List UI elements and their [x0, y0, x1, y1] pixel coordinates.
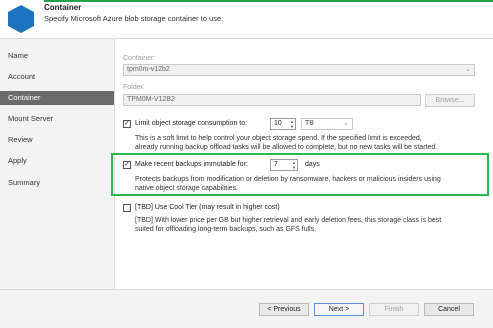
limit-unit-select[interactable]: TB ⌄ [301, 118, 353, 130]
limit-storage-description: This is a soft limit to help control you… [135, 134, 437, 152]
limit-desc-line-2: already running backup offload tasks wil… [135, 144, 438, 151]
limit-storage-checkbox[interactable]: ✓ [123, 120, 131, 128]
folder-input[interactable]: TPM0M-V12B2 [123, 94, 421, 106]
next-button[interactable]: Next > [314, 303, 364, 316]
limit-storage-value: 10 [274, 120, 282, 127]
container-select[interactable]: tpm0m-v12b2 ⌄ [123, 64, 475, 76]
cancel-button[interactable]: Cancel [424, 303, 474, 316]
cool-tier-desc-line-1: [TBD] With lower price per GB but higher… [135, 217, 442, 224]
immutability-highlight-box [111, 153, 489, 196]
azure-container-logo-icon [8, 5, 34, 33]
checkmark-icon: ✓ [124, 120, 130, 127]
container-value: tpm0m-v12b2 [127, 66, 170, 73]
spinner-arrows-icon[interactable]: ▲ ▼ [290, 119, 294, 129]
finish-button[interactable]: Finish [369, 303, 419, 316]
sidebar-item-mount-server[interactable]: Mount Server [0, 112, 114, 126]
browse-button[interactable]: Browse... [425, 94, 475, 107]
wizard-steps-sidebar: Name Account Container Mount Server Revi… [0, 39, 115, 327]
sidebar-item-name[interactable]: Name [0, 49, 114, 63]
limit-storage-value-input[interactable]: 10 ▲ ▼ [270, 118, 296, 130]
sidebar-item-summary[interactable]: Summary [0, 176, 114, 190]
folder-label: Folder: [123, 84, 145, 91]
chevron-down-icon: ⌄ [343, 120, 349, 127]
sidebar-item-container[interactable]: Container [0, 91, 114, 105]
sidebar-item-review[interactable]: Review [0, 133, 114, 147]
cool-tier-checkbox[interactable] [123, 204, 131, 212]
chevron-down-icon: ⌄ [465, 66, 471, 73]
container-label: Container: [123, 55, 156, 62]
page-title: Container [44, 3, 82, 12]
limit-storage-label: Limit object storage consumption to: [135, 120, 248, 127]
limit-desc-line-1: This is a soft limit to help control you… [135, 135, 422, 142]
sidebar-item-apply[interactable]: Apply [0, 154, 114, 168]
cool-tier-description: [TBD] With lower price per GB but higher… [135, 216, 441, 234]
page-subtitle: Specify Microsoft Azure blob storage con… [44, 14, 224, 23]
wizard-footer: < Previous Next > Finish Cancel [0, 289, 493, 328]
header-accent-line [44, 0, 493, 2]
sidebar-item-account[interactable]: Account [0, 70, 114, 84]
limit-unit-value: TB [305, 120, 314, 127]
previous-button[interactable]: < Previous [259, 303, 309, 316]
cool-tier-desc-line-2: suited for offloading long-term backups,… [135, 226, 317, 233]
cool-tier-label: [TBD] Use Cool Tier (may result in highe… [135, 204, 280, 211]
wizard-header: Container Specify Microsoft Azure blob s… [0, 0, 493, 39]
